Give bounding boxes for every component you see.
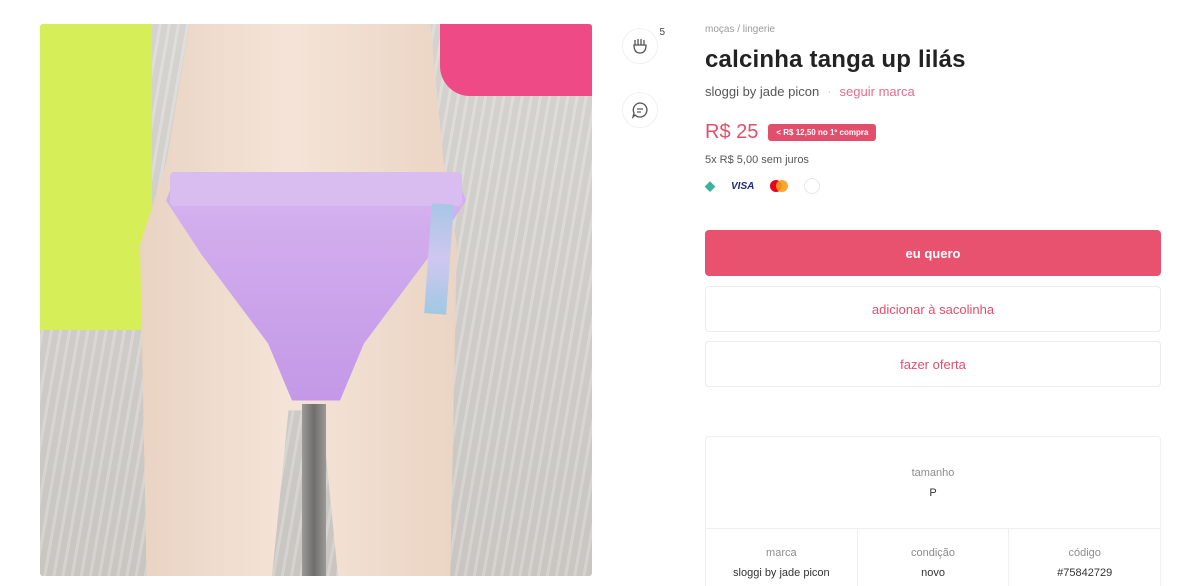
brand-attr-label: marca	[766, 547, 797, 559]
installments-text: 5x R$ 5,00 sem juros	[705, 154, 809, 166]
product-photo[interactable]	[40, 24, 592, 576]
code-attribute: código #75842729	[1009, 529, 1160, 586]
other-payment-icon	[804, 178, 821, 194]
make-offer-button[interactable]: fazer oferta	[705, 341, 1161, 387]
buy-button[interactable]: eu quero	[705, 230, 1161, 276]
condition-attribute: condição novo	[858, 529, 1010, 586]
photo-leg-gap	[302, 404, 326, 576]
size-block: tamanho P	[706, 437, 1160, 529]
like-button[interactable]: 5	[622, 27, 665, 64]
discount-badge: < R$ 12,50 no 1º compra	[768, 124, 877, 141]
condition-value: novo	[921, 567, 945, 579]
like-count: 5	[659, 27, 665, 38]
condition-label: condição	[910, 547, 956, 559]
side-actions: 5	[622, 27, 666, 156]
size-value: P	[929, 486, 937, 499]
like-icon	[633, 39, 647, 54]
code-label: código	[1068, 547, 1101, 559]
mastercard-icon	[770, 180, 789, 192]
chat-icon	[631, 102, 648, 119]
brand-separator: ·	[827, 84, 832, 99]
visa-icon: VISA	[731, 180, 755, 192]
chat-button[interactable]	[622, 92, 658, 128]
payment-methods: ◆ VISA	[705, 178, 1161, 194]
breadcrumb[interactable]: moças / lingerie	[705, 24, 1161, 38]
add-to-bag-button[interactable]: adicionar à sacolinha	[705, 286, 1161, 332]
product-title: calcinha tanga up lilás	[705, 46, 966, 73]
photo-waistband	[170, 172, 462, 206]
attributes-row: marca sloggi by jade picon condição novo…	[706, 529, 1160, 586]
follow-brand-link[interactable]: seguir marca	[840, 84, 915, 99]
price-row: R$ 25 < R$ 12,50 no 1º compra	[705, 121, 1161, 144]
brand-row: sloggi by jade picon · seguir marca	[705, 84, 1161, 99]
photo-green-card	[40, 24, 152, 330]
product-details: tamanho P marca sloggi by jade picon con…	[705, 436, 1161, 586]
product-price: R$ 25	[705, 121, 759, 143]
product-info: moças / lingerie calcinha tanga up lilás…	[705, 24, 1161, 194]
pix-icon: ◆	[705, 178, 715, 193]
photo-pink-card	[440, 24, 592, 96]
code-value: #75842729	[1057, 567, 1113, 579]
brand-attr-value[interactable]: sloggi by jade picon	[733, 567, 830, 579]
brand-name[interactable]: sloggi by jade picon	[705, 84, 819, 99]
size-label: tamanho	[911, 466, 955, 479]
brand-attribute: marca sloggi by jade picon	[706, 529, 858, 586]
